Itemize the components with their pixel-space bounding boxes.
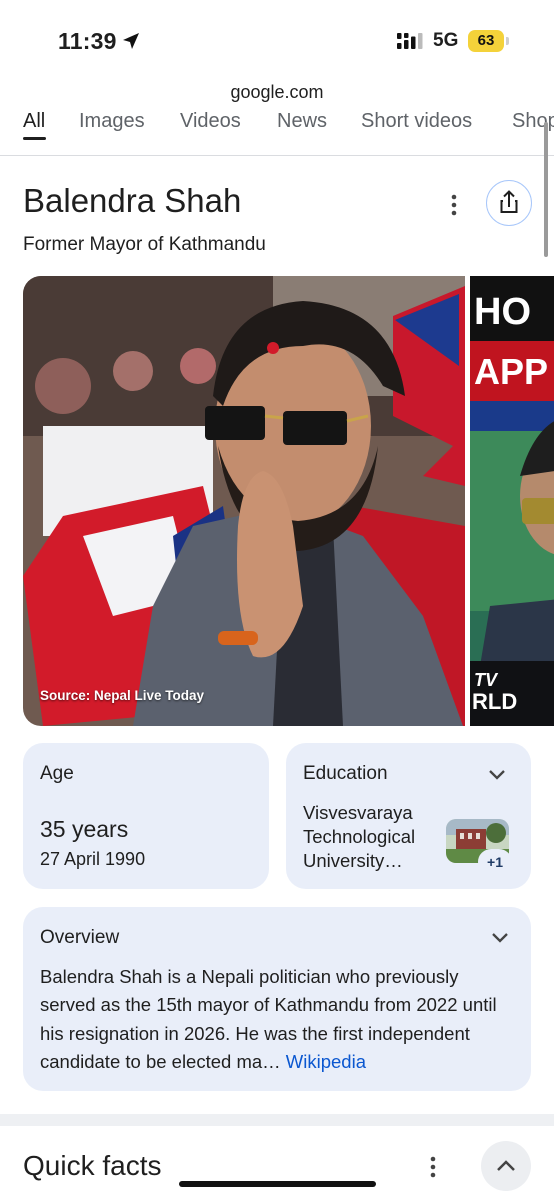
education-value: Visvesvaraya Technological University… bbox=[303, 802, 416, 871]
tab-all[interactable]: All bbox=[23, 110, 45, 133]
chevron-down-icon[interactable] bbox=[490, 927, 510, 947]
overview-card[interactable]: Overview Balendra Shah is a Nepali polit… bbox=[23, 907, 531, 1091]
tab-short-videos[interactable]: Short videos bbox=[361, 110, 472, 133]
battery-cap bbox=[506, 37, 509, 45]
entity-title: Balendra Shah bbox=[23, 182, 242, 219]
url-bar[interactable]: google.com bbox=[0, 82, 554, 103]
more-vert-icon[interactable] bbox=[440, 190, 468, 220]
search-tabs: All Images Videos News Short videos Shop bbox=[0, 106, 554, 156]
photo-source-caption: Source: Nepal Live Today bbox=[40, 688, 205, 703]
tab-images[interactable]: Images bbox=[79, 110, 145, 133]
overlay-text-ho: HO bbox=[474, 291, 531, 333]
more-count-badge[interactable]: +1 bbox=[478, 849, 512, 875]
active-tab-indicator bbox=[23, 137, 46, 140]
wikipedia-link[interactable]: Wikipedia bbox=[286, 1051, 366, 1072]
network-type: 5G bbox=[433, 30, 459, 51]
share-button[interactable] bbox=[486, 180, 532, 226]
news-thumbnail-image: HO APP TV RLD bbox=[470, 276, 554, 726]
section-divider bbox=[0, 1114, 554, 1126]
battery-icon: 63 bbox=[468, 30, 509, 52]
carousel-photo-2[interactable]: HO APP TV RLD bbox=[470, 276, 554, 726]
location-arrow-icon bbox=[123, 33, 139, 49]
chevron-up-icon bbox=[497, 1160, 515, 1171]
overview-text: Balendra Shah is a Nepali politician who… bbox=[40, 963, 518, 1076]
image-carousel[interactable]: Source: Nepal Live Today HO APP TV RLD bbox=[23, 276, 554, 726]
education-card[interactable]: Education Visvesvaraya Technological Uni… bbox=[286, 743, 531, 889]
birth-date: 27 April 1990 bbox=[40, 849, 146, 869]
overlay-text-tv: TV bbox=[474, 670, 499, 690]
overlay-text-rld: RLD bbox=[472, 689, 517, 714]
age-card[interactable]: Age 35 years 27 April 1990 bbox=[23, 743, 269, 889]
overview-body: Balendra Shah is a Nepali politician who… bbox=[40, 966, 497, 1072]
tab-videos[interactable]: Videos bbox=[180, 110, 241, 133]
overlay-text-app: APP bbox=[474, 351, 548, 392]
status-time: 11:39 bbox=[58, 28, 117, 54]
chevron-down-icon[interactable] bbox=[487, 764, 507, 784]
tab-news[interactable]: News bbox=[277, 110, 327, 133]
share-icon bbox=[500, 189, 517, 213]
portrait-image bbox=[23, 276, 465, 726]
scrollbar[interactable] bbox=[544, 122, 548, 257]
scroll-to-top-button[interactable] bbox=[481, 1141, 531, 1191]
status-bar: 11:39 5G 63 bbox=[0, 0, 554, 80]
age-value: 35 years bbox=[40, 816, 129, 842]
entity-photo[interactable]: Source: Nepal Live Today bbox=[23, 276, 465, 726]
education-label: Education bbox=[303, 763, 388, 784]
age-label: Age bbox=[40, 763, 74, 784]
overview-label: Overview bbox=[40, 927, 120, 948]
entity-subtitle: Former Mayor of Kathmandu bbox=[23, 234, 266, 255]
quick-facts-title: Quick facts bbox=[23, 1150, 162, 1181]
more-vert-icon[interactable] bbox=[420, 1153, 446, 1181]
battery-level: 63 bbox=[477, 32, 495, 49]
signal-icon bbox=[397, 33, 423, 49]
home-indicator[interactable] bbox=[179, 1181, 376, 1187]
